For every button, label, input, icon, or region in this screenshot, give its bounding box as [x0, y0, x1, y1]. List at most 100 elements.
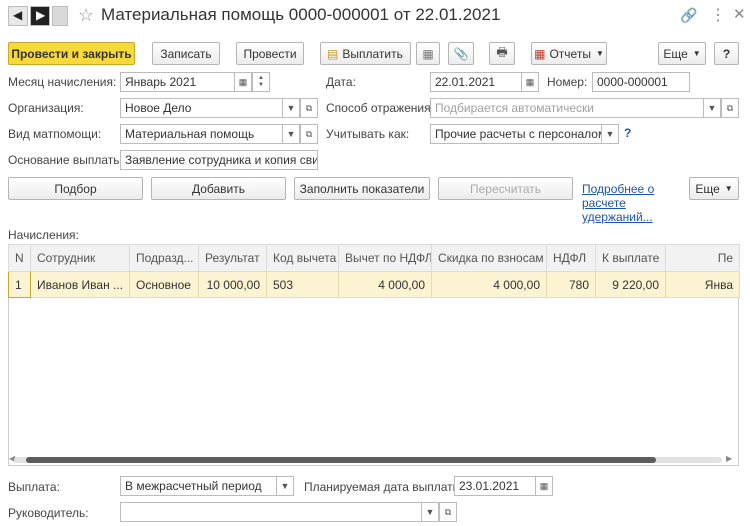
col-header-ndfl[interactable]: НДФЛ	[546, 244, 596, 272]
account-as-dropdown-button[interactable]: ▼	[601, 124, 619, 144]
pay-button[interactable]: ▤ Выплатить	[320, 42, 411, 65]
cell-employee[interactable]: Иванов Иван ...	[30, 271, 130, 298]
reflection-open-button[interactable]: ⧉	[721, 98, 739, 118]
month-stepper[interactable]: ▲ ▼	[252, 72, 270, 92]
paperclip-icon: 📎	[453, 46, 469, 61]
reflection-dropdown-button[interactable]: ▼	[703, 98, 721, 118]
cell-n[interactable]: 1	[8, 271, 31, 298]
help-question-icon[interactable]: ?	[624, 126, 631, 140]
recalculate-button[interactable]: Пересчитать	[438, 177, 573, 200]
cell-department[interactable]: Основное	[129, 271, 199, 298]
calculator-icon: ▦	[422, 46, 434, 61]
payment-field[interactable]: В межрасчетный период	[120, 476, 277, 496]
organization-dropdown-button[interactable]: ▼	[282, 98, 300, 118]
planned-date-field[interactable]: 23.01.2021	[454, 476, 536, 496]
aid-type-label: Вид матпомощи:	[8, 127, 102, 141]
post-button[interactable]: Провести	[236, 42, 304, 65]
date-calendar-button[interactable]: ▦	[521, 72, 539, 92]
calendar-button[interactable]: ▦	[234, 72, 252, 92]
reflection-label: Способ отражения:	[326, 101, 434, 115]
accruals-table[interactable]: N Сотрудник Подразд... Результат Код выч…	[8, 244, 740, 298]
basis-field[interactable]: Заявление сотрудника и копия свидет	[120, 150, 318, 170]
reflection-field[interactable]: Подбирается автоматически	[430, 98, 704, 118]
date-field[interactable]: 22.01.2021	[430, 72, 522, 92]
month-field[interactable]: Январь 2021	[120, 72, 235, 92]
manager-open-button[interactable]: ⧉	[439, 502, 457, 522]
horizontal-scrollbar[interactable]	[14, 457, 722, 463]
number-field[interactable]: 0000-000001	[592, 72, 690, 92]
planned-date-label: Планируемая дата выплаты:	[304, 480, 465, 494]
print-button[interactable]: 🖶	[489, 42, 515, 65]
cell-result[interactable]: 10 000,00	[198, 271, 267, 298]
back-button[interactable]: ◀	[8, 6, 28, 26]
organization-open-button[interactable]: ⧉	[300, 98, 318, 118]
calendar-icon: ▦	[525, 76, 535, 87]
link-icon[interactable]: 🔗	[680, 7, 697, 24]
cell-to-pay[interactable]: 9 220,00	[595, 271, 666, 298]
open-icon: ⧉	[444, 506, 452, 517]
col-header-n[interactable]: N	[8, 244, 31, 272]
calendar-icon: ▦	[238, 76, 248, 87]
add-button[interactable]: Добавить	[151, 177, 286, 200]
table-more-button[interactable]: Еще ▼	[689, 177, 739, 200]
cell-deduction-code[interactable]: 503	[266, 271, 339, 298]
col-header-department[interactable]: Подразд...	[129, 244, 199, 272]
pay-button-label: Выплатить	[342, 46, 403, 61]
report-icon: ▦	[534, 46, 546, 61]
planned-date-calendar-button[interactable]: ▦	[535, 476, 553, 496]
kebab-menu-icon[interactable]: ⋮	[710, 5, 726, 25]
organization-field[interactable]: Новое Дело	[120, 98, 283, 118]
cell-ndfl[interactable]: 780	[546, 271, 596, 298]
col-header-deduction-code[interactable]: Код вычета	[266, 244, 339, 272]
table-more-button-label: Еще	[695, 181, 720, 196]
payment-dropdown-button[interactable]: ▼	[276, 476, 294, 496]
open-icon: ⧉	[726, 102, 734, 113]
cell-ndfl-deduction[interactable]: 4 000,00	[338, 271, 432, 298]
manager-field[interactable]	[120, 502, 422, 522]
accruals-label: Начисления:	[8, 228, 79, 242]
history-button[interactable]	[52, 6, 68, 26]
scroll-right-icon[interactable]: ▶	[726, 454, 732, 463]
col-header-contribution-discount[interactable]: Скидка по взносам	[431, 244, 547, 272]
cell-contribution-discount[interactable]: 4 000,00	[431, 271, 547, 298]
number-label: Номер:	[547, 75, 588, 89]
col-header-ndfl-deduction[interactable]: Вычет по НДФЛ	[338, 244, 432, 272]
reports-button[interactable]: ▦ Отчеты ▼	[531, 42, 607, 65]
aid-type-field[interactable]: Материальная помощь	[120, 124, 283, 144]
post-and-close-button[interactable]: Провести и закрыть	[8, 42, 135, 65]
select-button[interactable]: Подбор	[8, 177, 143, 200]
manager-label: Руководитель:	[8, 506, 89, 520]
aid-type-open-button[interactable]: ⧉	[300, 124, 318, 144]
calculator-button[interactable]: ▦	[416, 42, 440, 65]
calendar-icon: ▦	[539, 480, 549, 491]
col-header-employee[interactable]: Сотрудник	[30, 244, 130, 272]
details-link[interactable]: Подробнее о расчете удержаний...	[582, 182, 670, 224]
scrollbar-thumb[interactable]	[26, 457, 656, 463]
chevron-down-icon: ▼	[425, 507, 435, 517]
save-button[interactable]: Записать	[152, 42, 220, 65]
cell-period[interactable]: Янва	[665, 271, 740, 298]
chevron-down-icon: ▼	[280, 481, 290, 491]
chevron-down-icon: ▼	[286, 103, 296, 113]
star-icon[interactable]: ☆	[78, 5, 94, 26]
col-header-result[interactable]: Результат	[198, 244, 267, 272]
forward-button[interactable]: ▶	[30, 6, 50, 26]
more-button[interactable]: Еще ▼	[658, 42, 706, 65]
more-button-label: Еще	[663, 46, 688, 61]
account-as-field[interactable]: Прочие расчеты с персоналом	[430, 124, 602, 144]
help-button[interactable]: ?	[714, 42, 739, 65]
reports-button-label: Отчеты	[549, 46, 591, 61]
stepper-down-icon: ▼	[258, 82, 264, 88]
attach-button[interactable]: 📎	[448, 42, 474, 65]
manager-dropdown-button[interactable]: ▼	[421, 502, 439, 522]
fill-indicators-button[interactable]: Заполнить показатели	[294, 177, 430, 200]
chevron-down-icon: ▼	[724, 184, 733, 193]
chevron-down-icon: ▼	[286, 129, 296, 139]
close-icon[interactable]: ✕	[733, 5, 746, 23]
chevron-down-icon: ▼	[692, 49, 701, 58]
chevron-down-icon: ▼	[707, 103, 717, 113]
col-header-to-pay[interactable]: К выплате	[595, 244, 666, 272]
aid-type-dropdown-button[interactable]: ▼	[282, 124, 300, 144]
col-header-period[interactable]: Пе	[665, 244, 740, 272]
table-row[interactable]: 1 Иванов Иван ... Основное 10 000,00 503…	[8, 271, 740, 298]
